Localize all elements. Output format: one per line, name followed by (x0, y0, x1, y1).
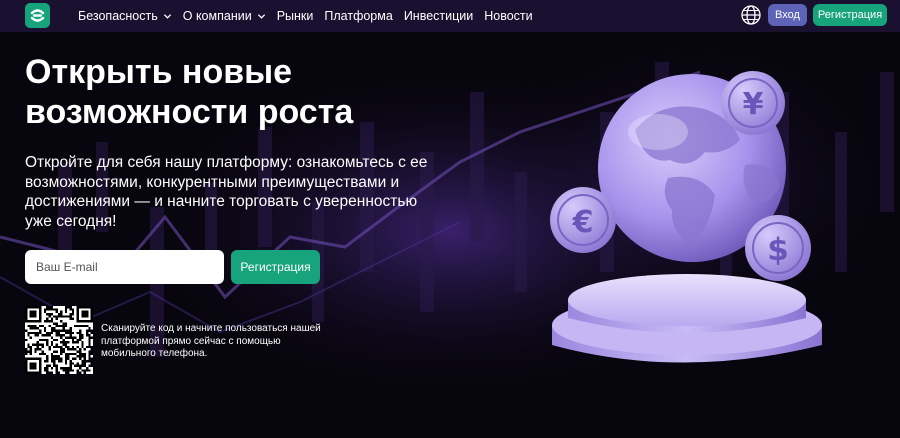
nav-item-platform[interactable]: Платформа (324, 9, 392, 23)
coin-yen: ¥ (721, 71, 785, 135)
top-navbar: Безопасность О компании Рынки Платформа … (0, 0, 900, 32)
brand-logo[interactable] (25, 3, 50, 28)
chevron-down-icon (257, 13, 265, 19)
nav-item-markets[interactable]: Рынки (277, 9, 314, 23)
globe-illustration: ¥ € $ (550, 71, 822, 363)
hero-register-button[interactable]: Регистрация (231, 250, 320, 284)
nav-item-label: Рынки (276, 9, 314, 23)
nav-item-label: Платформа (324, 9, 393, 23)
pedestal (552, 274, 822, 363)
nav-item-label: Новости (484, 9, 533, 23)
hero-subtitle: Откройте для себя нашу платформу: ознако… (25, 154, 428, 230)
nav-item-security[interactable]: Безопасность (78, 9, 172, 23)
hero-title: Открыть новые возможности роста (25, 53, 354, 131)
nav-item-about[interactable]: О компании (183, 9, 266, 23)
email-input[interactable] (25, 250, 224, 284)
nav-item-investments[interactable]: Инвестиции (404, 9, 473, 23)
coin-dollar: $ (745, 215, 811, 281)
nav-item-label: О компании (182, 9, 252, 23)
qr-code (25, 306, 93, 374)
coin-yen-symbol: ¥ (743, 87, 764, 122)
globe-icon[interactable] (740, 4, 762, 26)
chevron-down-icon (163, 13, 171, 19)
nav-item-news[interactable]: Новости (484, 9, 532, 23)
logo-icon (30, 9, 45, 22)
qr-caption: Сканируйте код и начните пользоваться на… (101, 323, 321, 359)
main-menu: Безопасность О компании Рынки Платформа … (78, 0, 544, 32)
nav-item-label: Безопасность (78, 9, 158, 23)
coin-euro: € (550, 187, 616, 253)
login-button[interactable]: Вход (768, 4, 807, 26)
coin-dollar-symbol: $ (767, 232, 789, 268)
coin-euro-symbol: € (572, 205, 594, 240)
nav-item-label: Инвестиции (403, 9, 474, 23)
header-register-button[interactable]: Регистрация (813, 4, 887, 26)
